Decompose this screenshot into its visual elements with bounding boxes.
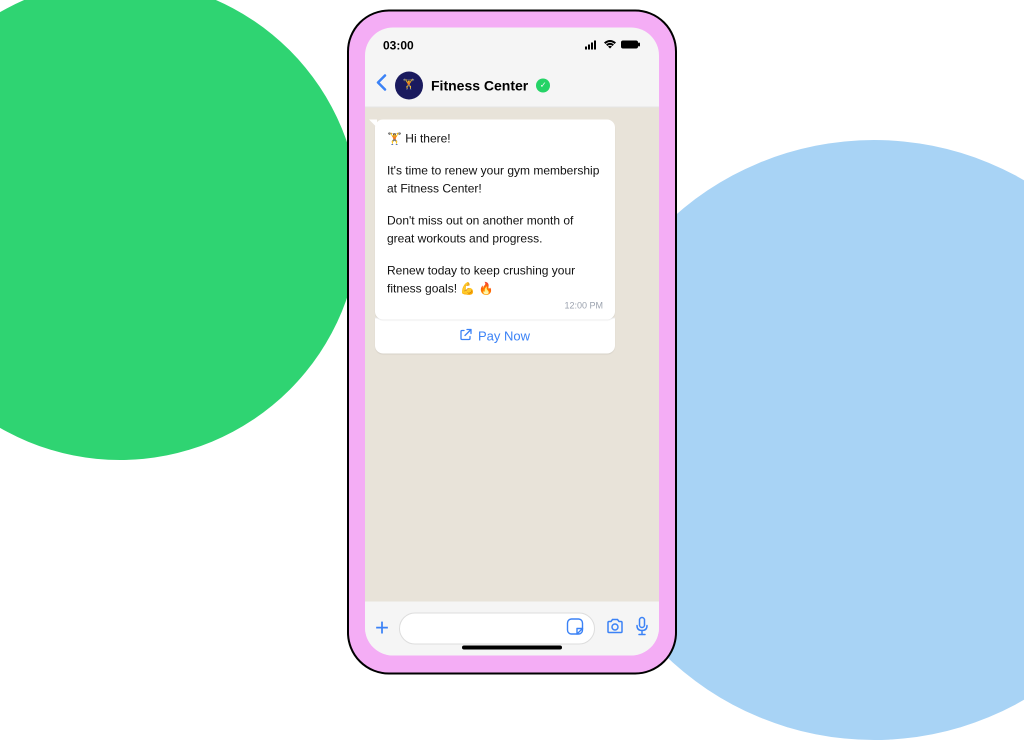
- attach-button[interactable]: +: [375, 615, 389, 643]
- wifi-icon: [603, 39, 617, 53]
- message-line-2: Don't miss out on another month of great…: [387, 212, 603, 248]
- contact-name[interactable]: Fitness Center: [431, 77, 528, 93]
- chat-body[interactable]: 🏋️ Hi there! It's time to renew your gym…: [365, 108, 659, 602]
- message-line-3: Renew today to keep crushing your fitnes…: [387, 262, 603, 298]
- status-bar: 03:00: [365, 28, 659, 64]
- pay-now-label: Pay Now: [478, 328, 530, 343]
- status-time: 03:00: [383, 39, 414, 53]
- verified-badge-icon: ✓: [536, 78, 550, 92]
- message-greeting: 🏋️ Hi there!: [387, 130, 603, 148]
- message-line-1: It's time to renew your gym membership a…: [387, 162, 603, 198]
- home-indicator[interactable]: [462, 646, 562, 650]
- sticker-icon[interactable]: [566, 617, 584, 640]
- phone-frame: 03:00 🏋️ Fitness Center ✓: [347, 9, 677, 674]
- message-input[interactable]: [399, 613, 595, 645]
- camera-button[interactable]: [605, 617, 625, 640]
- external-link-icon: [460, 328, 472, 343]
- mic-button[interactable]: [635, 616, 649, 641]
- chat-header: 🏋️ Fitness Center ✓: [365, 64, 659, 108]
- phone-screen: 03:00 🏋️ Fitness Center ✓: [365, 28, 659, 656]
- pay-now-button[interactable]: Pay Now: [375, 317, 615, 353]
- contact-avatar[interactable]: 🏋️: [395, 71, 423, 99]
- back-button[interactable]: [375, 73, 387, 97]
- background-shape-green: [0, 0, 360, 460]
- battery-icon: [621, 39, 641, 53]
- signal-icon: [585, 39, 599, 53]
- message-bubble: 🏋️ Hi there! It's time to renew your gym…: [375, 120, 615, 320]
- message-timestamp: 12:00 PM: [387, 300, 603, 314]
- status-icons: [585, 39, 641, 53]
